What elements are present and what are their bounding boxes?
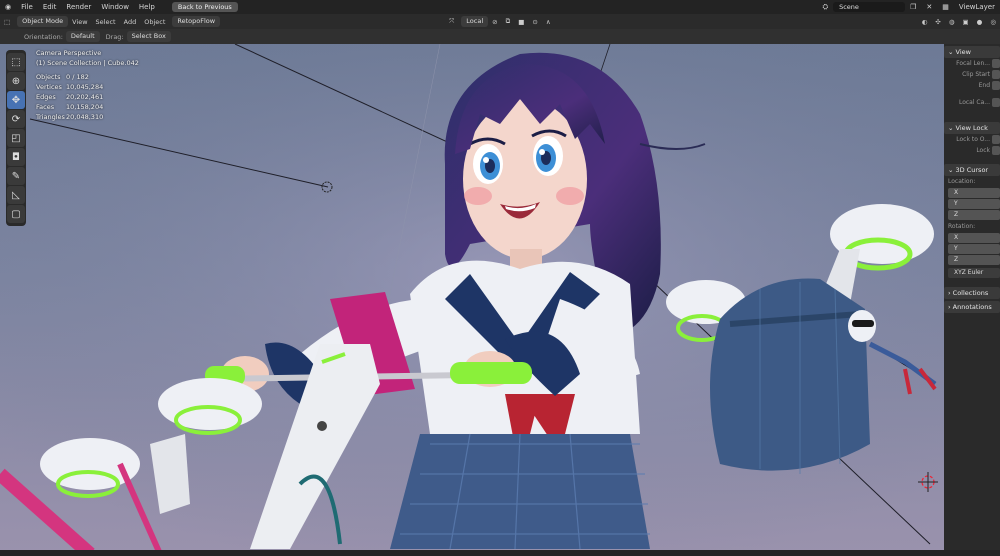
- select-tool-icon[interactable]: ⬚: [7, 53, 25, 71]
- lock-to-object-row[interactable]: Lock to O...: [944, 134, 1000, 145]
- measure-tool-icon[interactable]: ◺: [7, 186, 25, 204]
- new-scene-icon[interactable]: ❐: [905, 0, 921, 14]
- 3d-viewport[interactable]: [0, 44, 1000, 554]
- scene-selector[interactable]: Scene: [833, 2, 906, 12]
- status-bar: [0, 550, 1000, 556]
- move-tool-icon[interactable]: ✥: [7, 91, 25, 109]
- focal-length-row[interactable]: Focal Len...: [944, 58, 1000, 69]
- view-layer-icon: ▦: [942, 3, 949, 11]
- menu-help[interactable]: Help: [134, 0, 160, 14]
- local-camera-row[interactable]: Local Ca...: [944, 97, 1000, 108]
- delete-scene-icon[interactable]: ✕: [921, 0, 937, 14]
- cursor-location-z[interactable]: Z: [948, 210, 1000, 220]
- xray-icon[interactable]: ▣: [959, 18, 973, 26]
- annotate-tool-icon[interactable]: ✎: [7, 167, 25, 185]
- rotate-tool-icon[interactable]: ⟳: [7, 110, 25, 128]
- panel-view-lock-header[interactable]: ⌄ View Lock: [944, 122, 1000, 134]
- orientation-dropdown[interactable]: Default: [65, 31, 100, 42]
- gizmo-icon[interactable]: ✣: [931, 18, 944, 26]
- viewport-info-overlay: Camera Perspective (1) Scene Collection …: [36, 48, 139, 122]
- pivot-icon[interactable]: ⊘: [488, 18, 501, 26]
- stat-vertices: Vertices 10,045,284: [36, 83, 104, 91]
- add-cube-tool-icon[interactable]: ▢: [7, 205, 25, 223]
- active-collection-label: (1) Scene Collection | Cube.042: [36, 59, 139, 67]
- transform-tool-icon[interactable]: ◘: [7, 148, 25, 166]
- panel-annotations-header[interactable]: › Annotations: [944, 301, 1000, 313]
- stat-edges: Edges 20,202,461: [36, 93, 104, 101]
- menu-file[interactable]: File: [16, 0, 38, 14]
- cursor-location-x[interactable]: X: [948, 188, 1000, 198]
- viewport-render: [0, 44, 1000, 554]
- rotation-label: Rotation:: [948, 223, 976, 230]
- overlays-icon[interactable]: ◍: [945, 18, 959, 26]
- visibility-icon[interactable]: ◐: [918, 18, 932, 26]
- retopoflow-menu[interactable]: RetopoFlow: [172, 16, 221, 27]
- scene-icon: ⛭: [822, 3, 829, 11]
- menu-render[interactable]: Render: [61, 0, 96, 14]
- back-to-previous-button[interactable]: Back to Previous: [171, 2, 238, 12]
- panel-3d-cursor-header[interactable]: ⌄ 3D Cursor: [944, 164, 1000, 176]
- menu-object[interactable]: Object: [140, 18, 169, 26]
- top-menu-bar: ◉ File Edit Render Window Help Back to P…: [0, 0, 1000, 14]
- sidebar-n-panel: ⌄ View Focal Len... Clip Start End Local…: [944, 44, 1000, 554]
- menu-view[interactable]: View: [68, 18, 91, 26]
- camera-perspective-label: Camera Perspective: [36, 49, 102, 57]
- cursor-tool-icon[interactable]: ⊕: [7, 72, 25, 90]
- view-layer-field[interactable]: ViewLayer: [954, 0, 1000, 14]
- lock-row[interactable]: Lock: [944, 145, 1000, 156]
- rotation-mode-dropdown[interactable]: XYZ Euler: [948, 268, 1000, 278]
- blender-logo-icon[interactable]: ◉: [0, 0, 16, 14]
- clip-start-row[interactable]: Clip Start: [944, 69, 1000, 80]
- menu-window[interactable]: Window: [96, 0, 134, 14]
- stat-objects: Objects 0 / 182: [36, 73, 89, 81]
- scale-tool-icon[interactable]: ◰: [7, 129, 25, 147]
- snap-target-icon[interactable]: ■: [514, 18, 528, 26]
- cursor-rotation-y[interactable]: Y: [948, 244, 1000, 254]
- transform-orientation-dropdown[interactable]: Local: [461, 16, 489, 27]
- shading-rendered-icon[interactable]: ◎: [986, 18, 1000, 26]
- stat-triangles: Triangles 20,048,310: [36, 113, 104, 121]
- cursor-location-y[interactable]: Y: [948, 199, 1000, 209]
- proportional-edit-icon[interactable]: ⊙: [528, 18, 541, 26]
- menu-add[interactable]: Add: [120, 18, 141, 26]
- snap-icon[interactable]: ⧉: [502, 17, 515, 26]
- panel-view-header[interactable]: ⌄ View: [944, 46, 1000, 58]
- orientation-icon: ⤧: [449, 17, 455, 25]
- cursor-rotation-z[interactable]: Z: [948, 255, 1000, 265]
- cursor-rotation-x[interactable]: X: [948, 233, 1000, 243]
- menu-edit[interactable]: Edit: [38, 0, 62, 14]
- drag-dropdown[interactable]: Select Box: [126, 31, 171, 42]
- falloff-icon[interactable]: ∧: [542, 18, 555, 26]
- tool-settings-bar: Orientation: Default Drag: Select Box: [0, 29, 1000, 44]
- viewport-header: ⬚ Object Mode View Select Add Object Ret…: [0, 14, 1000, 29]
- mode-dropdown[interactable]: Object Mode: [17, 16, 69, 27]
- menu-select[interactable]: Select: [92, 18, 120, 26]
- location-label: Location:: [948, 178, 976, 185]
- editor-type-icon[interactable]: ⬚: [0, 18, 14, 26]
- shading-solid-icon[interactable]: ●: [973, 18, 987, 26]
- stat-faces: Faces 10,158,204: [36, 103, 104, 111]
- orientation-label: Orientation:: [24, 32, 63, 41]
- clip-end-row[interactable]: End: [944, 80, 1000, 91]
- tool-shelf: ⬚ ⊕ ✥ ⟳ ◰ ◘ ✎ ◺ ▢: [6, 50, 26, 226]
- panel-collections-header[interactable]: › Collections: [944, 287, 1000, 299]
- drag-label: Drag:: [105, 32, 124, 41]
